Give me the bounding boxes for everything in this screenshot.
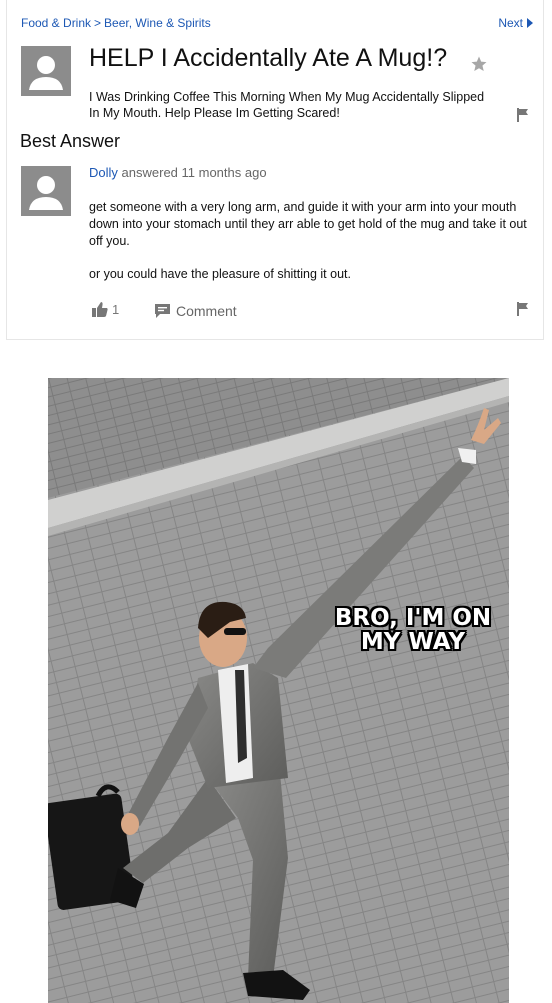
answer-meta: answered 11 months ago — [121, 165, 267, 180]
meme-photo: BRO, I'M ON MY WAY — [48, 378, 509, 1003]
answer-header: Dolly answered 11 months ago — [89, 165, 267, 180]
next-arrow-icon — [527, 18, 533, 28]
asker-avatar[interactable] — [21, 46, 71, 96]
answer-user-link[interactable]: Dolly — [89, 165, 118, 180]
breadcrumb: Food & Drink > Beer, Wine & Spirits — [21, 16, 211, 30]
answer-flag-icon[interactable] — [517, 302, 529, 321]
thumbs-up-icon — [92, 302, 108, 317]
breadcrumb-category-link[interactable]: Food & Drink — [21, 16, 91, 30]
next-button[interactable]: Next — [498, 16, 533, 30]
breadcrumb-subcategory-link[interactable]: Beer, Wine & Spirits — [104, 16, 211, 30]
answer-body: get someone with a very long arm, and gu… — [89, 199, 529, 299]
question-title: HELP I Accidentally Ate A Mug!? — [89, 44, 448, 72]
next-label: Next — [498, 16, 523, 30]
question-body: I Was Drinking Coffee This Morning When … — [89, 90, 485, 120]
flag-icon[interactable] — [517, 108, 529, 127]
comment-button[interactable]: Comment — [155, 303, 237, 319]
breadcrumb-separator: > — [94, 16, 102, 30]
question-card: Food & Drink > Beer, Wine & Spirits Next H… — [6, 0, 544, 340]
best-answer-heading: Best Answer — [20, 131, 121, 151]
star-icon[interactable] — [470, 55, 488, 78]
comment-icon — [155, 304, 170, 318]
answer-paragraph: or you could have the pleasure of shitti… — [89, 267, 351, 281]
answer-paragraph: get someone with a very long arm, and gu… — [89, 200, 527, 248]
comment-label: Comment — [176, 303, 237, 319]
thumbs-up-count: 1 — [112, 302, 120, 317]
thumbs-up-button[interactable]: 1 — [92, 302, 119, 317]
answerer-avatar[interactable] — [21, 166, 71, 216]
meme-caption: BRO, I'M ON MY WAY — [334, 605, 492, 655]
